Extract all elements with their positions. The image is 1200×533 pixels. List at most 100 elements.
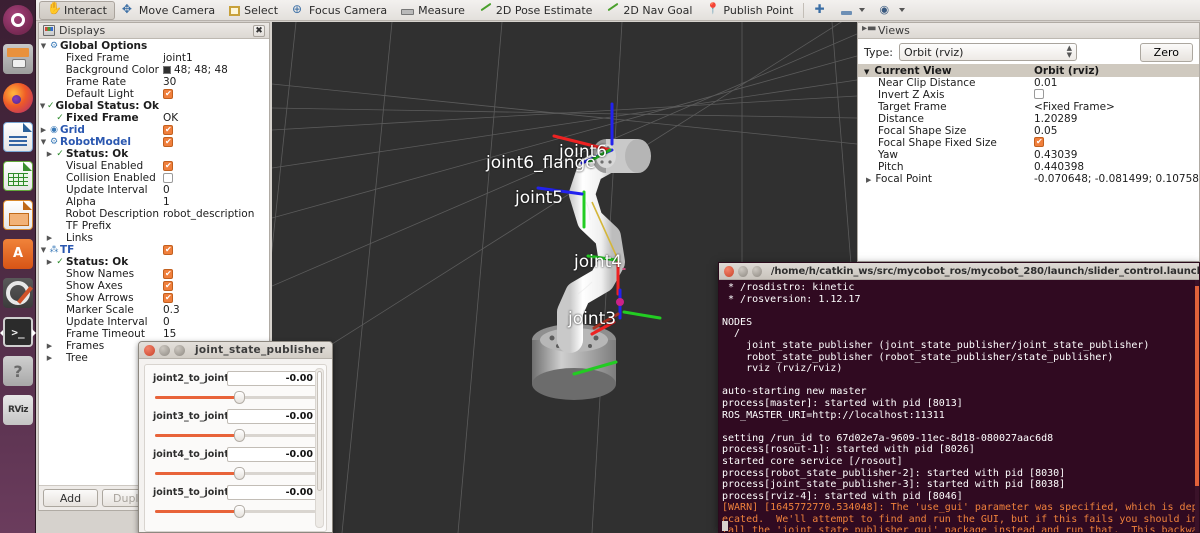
joint-slider[interactable] <box>155 429 316 442</box>
tree-value[interactable] <box>159 125 269 135</box>
launcher-item-libreoffice-writer[interactable] <box>1 118 35 156</box>
tree-value[interactable] <box>159 293 269 303</box>
views-row[interactable]: Distance 1.20289 <box>858 113 1199 125</box>
views-row[interactable]: Target Frame <Fixed Frame> <box>858 101 1199 113</box>
terminal-scrollbar[interactable] <box>1195 280 1199 532</box>
launcher-item-ubuntu-dash[interactable] <box>1 1 35 39</box>
tree-value[interactable]: 30 <box>159 76 269 88</box>
terminal-output[interactable]: * /rosdistro: kinetic * /rosversion: 1.1… <box>719 280 1199 532</box>
tree-value[interactable] <box>159 161 269 171</box>
tree-value[interactable]: 48; 48; 48 <box>159 64 269 76</box>
tool-focus-camera[interactable]: Focus Camera <box>285 1 394 20</box>
views-row[interactable]: Invert Z Axis <box>858 88 1199 101</box>
checkbox-unchecked[interactable] <box>163 173 173 183</box>
displays-row[interactable]: Show Names <box>39 268 269 280</box>
joint-value-field[interactable]: -0.00 <box>227 409 318 424</box>
terminal-minimize-icon[interactable] <box>737 265 748 277</box>
launcher-item-files[interactable] <box>1 40 35 78</box>
displays-row[interactable]: Show Axes <box>39 280 269 292</box>
views-item-value[interactable]: <Fixed Frame> <box>1030 101 1199 113</box>
displays-row[interactable]: Background Color 48; 48; 48 <box>39 64 269 76</box>
displays-row[interactable]: ▼ ⁂ TF <box>39 244 269 256</box>
displays-row[interactable]: Alpha 1 <box>39 196 269 208</box>
joint-value-field[interactable]: -0.00 <box>227 371 318 386</box>
checkbox-checked[interactable] <box>163 161 173 171</box>
zero-button[interactable]: Zero <box>1139 42 1193 62</box>
checkbox-checked[interactable] <box>163 125 173 135</box>
tool-measure[interactable]: Measure <box>394 1 472 20</box>
launcher-item-system-settings[interactable] <box>1 274 35 312</box>
views-item-value[interactable] <box>1030 136 1199 150</box>
terminal-close-icon[interactable] <box>724 265 734 277</box>
jsp-scrollbar[interactable] <box>315 368 324 528</box>
jsp-titlebar[interactable]: joint_state_publisher <box>139 342 332 359</box>
displays-row[interactable]: TF Prefix <box>39 220 269 232</box>
displays-row[interactable]: Frame Rate 30 <box>39 76 269 88</box>
chevron-down-icon[interactable]: ▼ <box>39 100 46 112</box>
checkbox-unchecked[interactable] <box>1034 88 1044 99</box>
displays-row[interactable]: Marker Scale 0.3 <box>39 304 269 316</box>
displays-row[interactable]: ▼ ✓ Global Status: Ok <box>39 100 269 112</box>
displays-row[interactable]: Update Interval 0 <box>39 316 269 328</box>
tool-pose-estimate[interactable]: 2D Pose Estimate <box>472 1 600 20</box>
displays-row[interactable]: ▼ ⚙ Global Options <box>39 40 269 52</box>
checkbox-checked[interactable] <box>1034 136 1044 148</box>
slider-handle[interactable] <box>233 467 245 480</box>
tree-value[interactable] <box>159 89 269 99</box>
displays-row[interactable]: Robot Description robot_description <box>39 208 269 220</box>
terminal-maximize-icon[interactable] <box>751 265 762 277</box>
slider-handle[interactable] <box>233 391 245 404</box>
window-maximize-icon[interactable] <box>174 344 185 356</box>
joint-slider[interactable] <box>155 467 316 480</box>
tree-value[interactable]: 15 <box>159 328 269 340</box>
chevron-down-icon[interactable]: ▼ <box>864 68 869 76</box>
displays-row[interactable]: ▶ ✓ Status: Ok <box>39 256 269 268</box>
tree-value[interactable]: 0.3 <box>159 304 269 316</box>
joint-state-publisher-window[interactable]: joint_state_publisher joint2_to_joint1 -0… <box>138 341 333 533</box>
views-item-value[interactable]: -0.070648; -0.081499; 0.10758 <box>1030 173 1199 185</box>
views-row[interactable]: Near Clip Distance 0.01 <box>858 77 1199 89</box>
tree-value[interactable]: OK <box>159 112 269 124</box>
tree-value[interactable] <box>159 281 269 291</box>
displays-row[interactable]: ▼ ⚙ RobotModel <box>39 136 269 148</box>
tree-value[interactable] <box>159 137 269 147</box>
displays-row[interactable]: ▶ ✓ Status: Ok <box>39 148 269 160</box>
views-row[interactable]: Focal Shape Size 0.05 <box>858 125 1199 137</box>
chevron-right-icon[interactable]: ▶ <box>45 148 54 160</box>
views-row[interactable]: ▶ Focal Point -0.070648; -0.081499; 0.1075… <box>858 173 1199 186</box>
displays-row[interactable]: Default Light <box>39 88 269 100</box>
jsp-scrollbar-thumb[interactable] <box>317 371 322 491</box>
displays-row[interactable]: Frame Timeout 15 <box>39 328 269 340</box>
tool-nav-goal[interactable]: 2D Nav Goal <box>599 1 699 20</box>
displays-row[interactable]: Collision Enabled <box>39 172 269 184</box>
tool-select[interactable]: Select <box>222 1 285 20</box>
tree-value[interactable]: 0 <box>159 184 269 196</box>
displays-row[interactable]: Show Arrows <box>39 292 269 304</box>
chevron-right-icon[interactable]: ▶ <box>45 232 54 244</box>
chevron-right-icon[interactable]: ▶ <box>45 352 54 364</box>
displays-row[interactable]: ✓ Fixed Frame OK <box>39 112 269 124</box>
chevron-right-icon[interactable]: ▶ <box>866 176 871 184</box>
displays-row[interactable]: ▶ Links <box>39 232 269 244</box>
views-row[interactable]: Focal Shape Fixed Size <box>858 136 1199 150</box>
views-row[interactable]: Pitch 0.440398 <box>858 161 1199 173</box>
chevron-down-icon[interactable]: ▼ <box>39 244 48 256</box>
slider-handle[interactable] <box>233 505 245 518</box>
view-type-select[interactable]: Orbit (rviz) ▲ ▼ <box>898 43 1077 61</box>
tool-move-camera[interactable]: Move Camera <box>115 1 222 20</box>
tree-value[interactable] <box>159 269 269 279</box>
chevron-right-icon[interactable]: ▶ <box>45 340 54 352</box>
terminal-window[interactable]: /home/h/catkin_ws/src/mycobot_ros/mycobo… <box>718 262 1200 533</box>
chevron-right-icon[interactable]: ▶ <box>45 256 54 268</box>
launcher-item-libreoffice-impress[interactable] <box>1 196 35 234</box>
joint-slider[interactable] <box>155 391 316 404</box>
launcher-item-libreoffice-calc[interactable] <box>1 157 35 195</box>
checkbox-checked[interactable] <box>163 281 173 291</box>
views-tree[interactable]: ▼ Current View Orbit (rviz) Near Clip Dista… <box>858 64 1199 261</box>
launcher-item-software-center[interactable] <box>1 235 35 273</box>
tool-remove[interactable] <box>834 1 872 20</box>
launcher-item-terminal[interactable] <box>0 313 36 351</box>
views-row[interactable]: Yaw 0.43039 <box>858 149 1199 161</box>
views-item-value[interactable]: 0.440398 <box>1030 161 1199 173</box>
window-close-icon[interactable] <box>144 344 155 356</box>
